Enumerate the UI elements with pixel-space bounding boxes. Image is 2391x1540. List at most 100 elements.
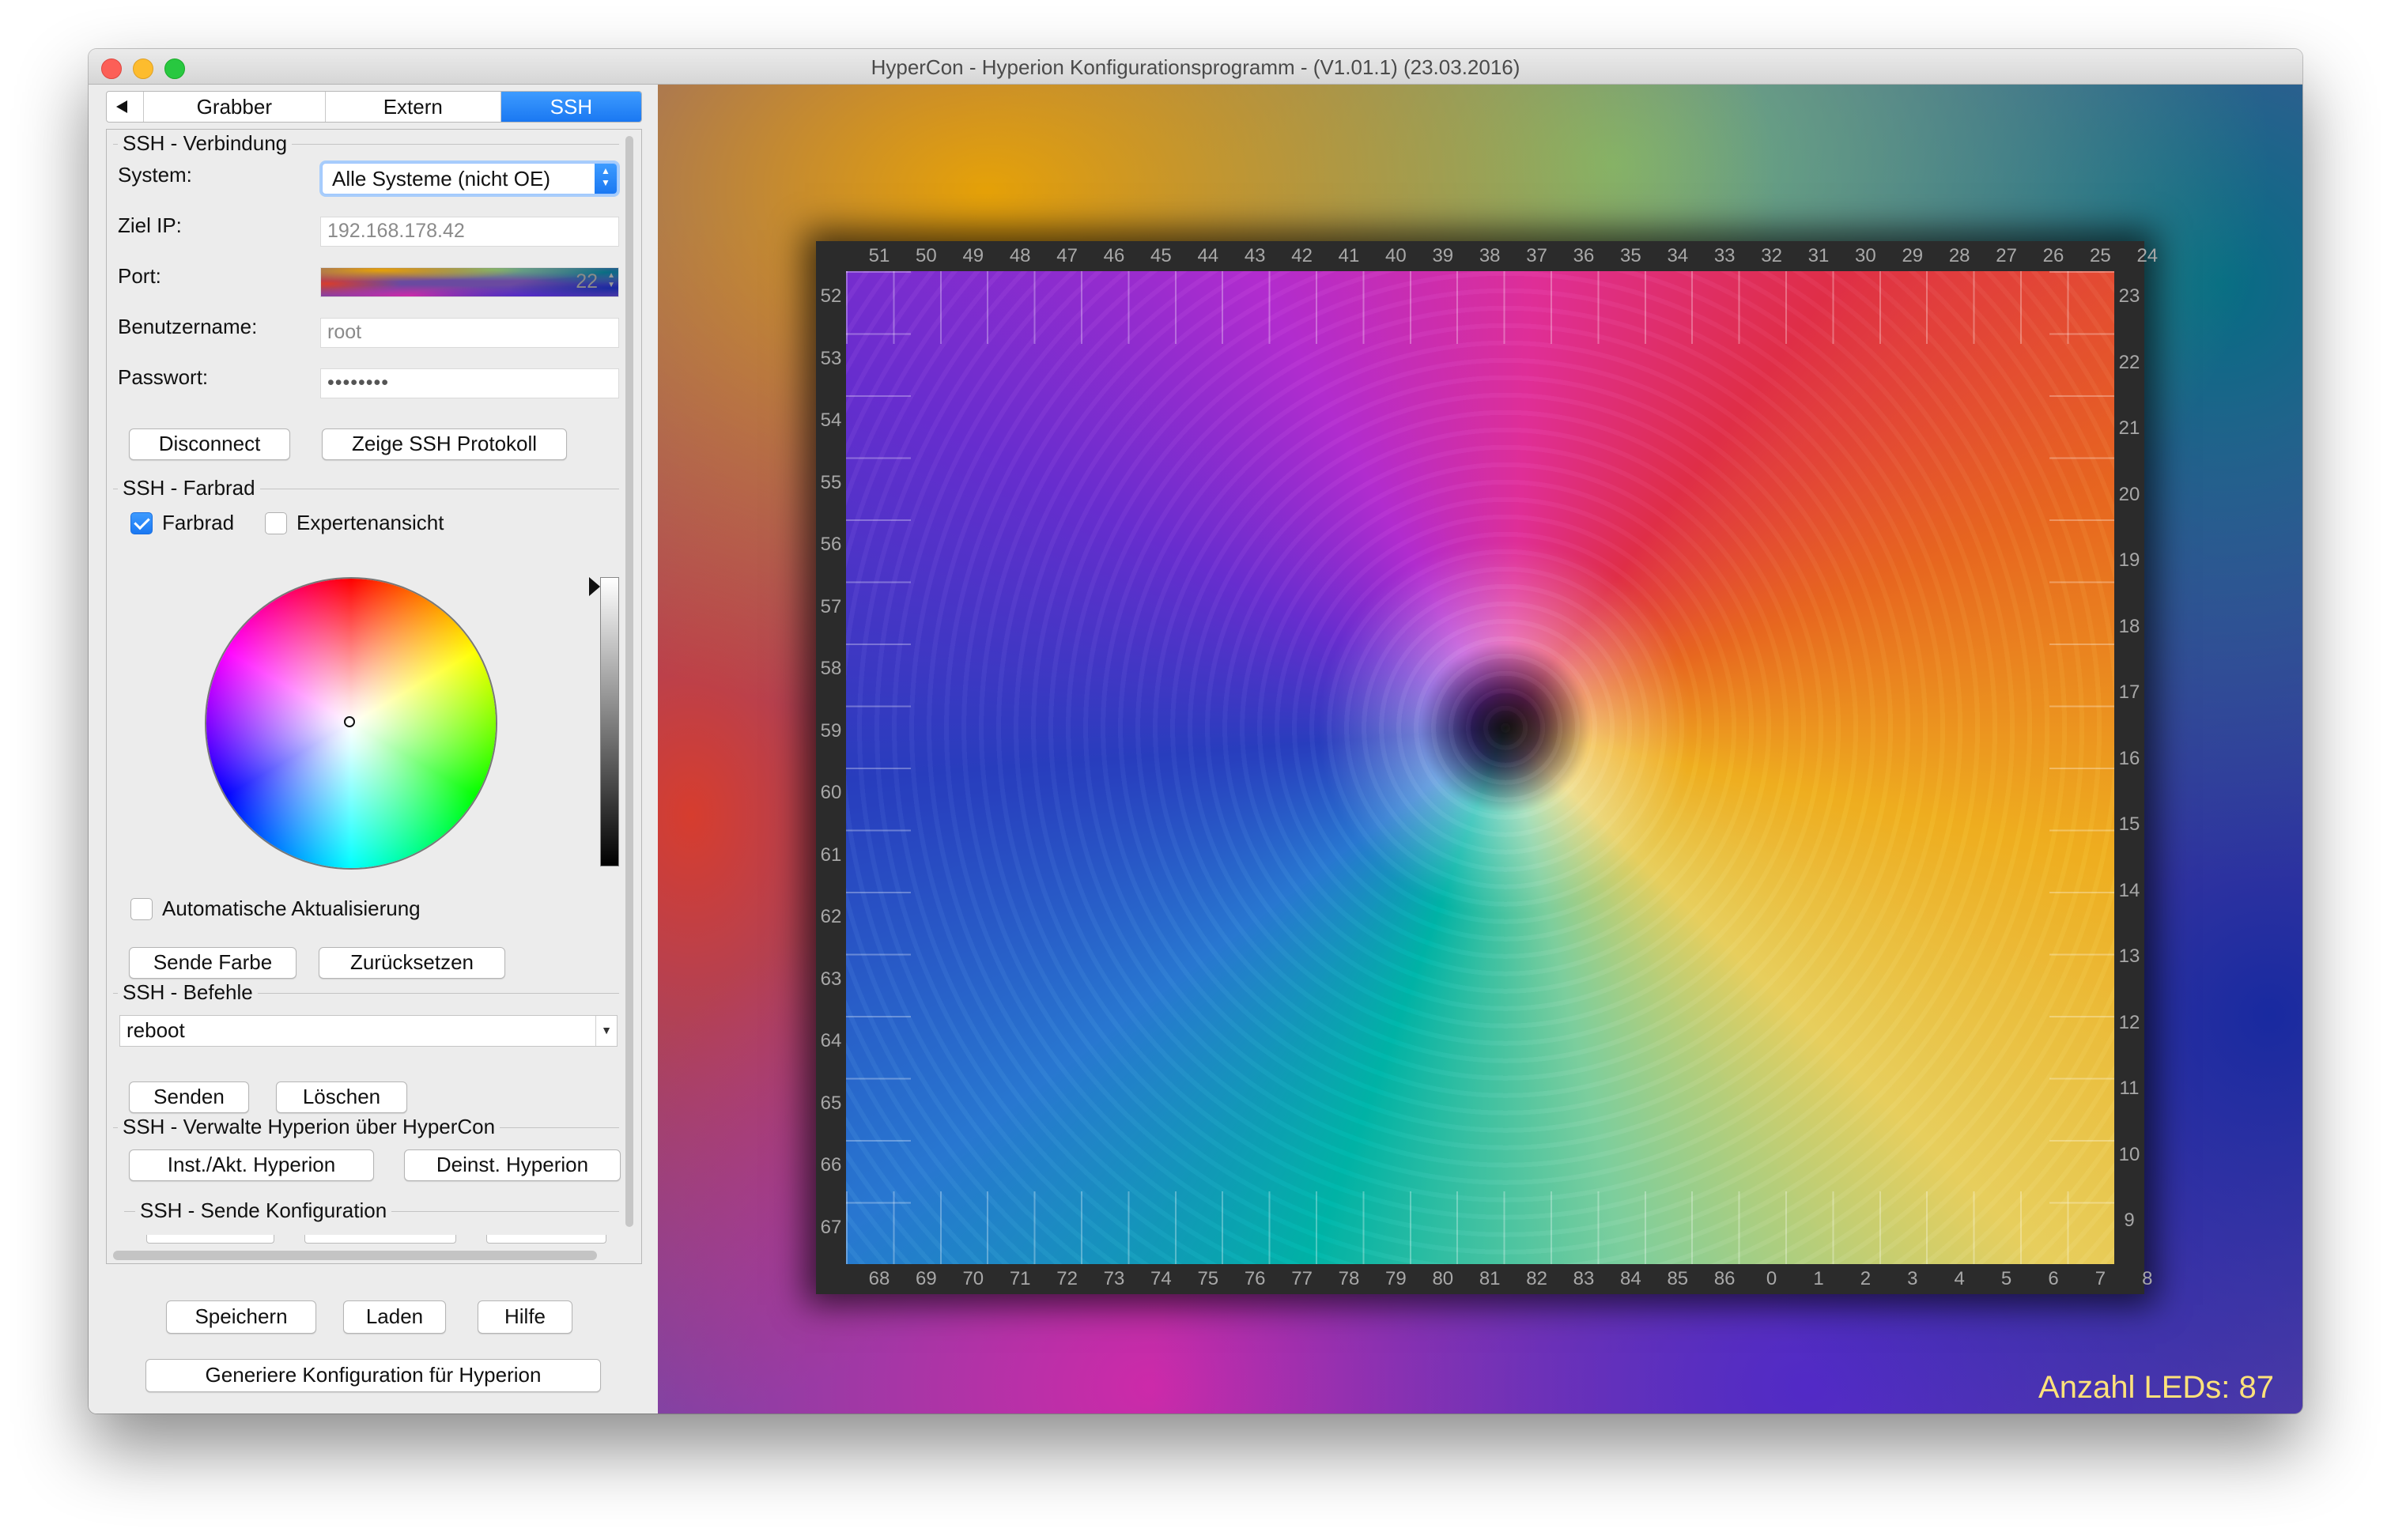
led-number-top: 42 — [1291, 245, 1313, 266]
delete-command-button[interactable]: Löschen — [276, 1081, 407, 1113]
led-number-left: 64 — [820, 1030, 842, 1051]
led-number-top: 49 — [962, 245, 984, 266]
partial-button[interactable] — [304, 1235, 456, 1244]
led-number-bottom: 78 — [1338, 1268, 1360, 1289]
led-number-right: 15 — [2118, 813, 2140, 835]
tab-ssh[interactable]: SSH — [500, 92, 641, 122]
system-label: System: — [118, 163, 192, 187]
vertical-scrollbar-thumb[interactable] — [625, 136, 633, 1227]
led-number-left: 57 — [820, 595, 842, 617]
led-number-bottom: 73 — [1103, 1268, 1125, 1289]
led-number-top: 33 — [1713, 245, 1736, 266]
title-bar: HyperCon - Hyperion Konfigurationsprogra… — [89, 49, 2302, 85]
led-number-right: 19 — [2118, 549, 2140, 571]
led-number-bottom: 84 — [1620, 1268, 1641, 1289]
led-number-top: 25 — [2090, 245, 2111, 266]
port-stepper[interactable]: 22 ▲ ▼ — [320, 267, 619, 297]
led-number-bottom: 6 — [2048, 1268, 2059, 1289]
tab-scroll-left-button[interactable] — [107, 92, 144, 122]
load-button[interactable]: Laden — [343, 1300, 446, 1334]
dropdown-arrow-icon[interactable]: ▼ — [595, 1016, 617, 1046]
preview-texture — [846, 271, 2114, 1264]
horizontal-scrollbar-thumb[interactable] — [113, 1251, 597, 1260]
expert-view-checkbox[interactable] — [265, 512, 287, 534]
group-title-commands: SSH - Befehle — [118, 980, 258, 1005]
group-title-send-config: SSH - Sende Konfiguration — [135, 1198, 392, 1223]
led-number-bottom: 70 — [962, 1268, 984, 1289]
led-number-top: 44 — [1197, 245, 1219, 266]
led-number-top: 50 — [916, 245, 937, 266]
led-number-bottom: 3 — [1907, 1268, 1918, 1289]
led-preview-panel: 51 50 49 48 47 46 45 44 43 42 41 40 39 38 37 36 35 34 33 32… — [658, 85, 2302, 1414]
port-label: Port: — [118, 264, 161, 288]
led-number-top: 24 — [2136, 245, 2159, 266]
group-title-connection: SSH - Verbindung — [118, 131, 293, 156]
led-number-bottom: 8 — [2142, 1268, 2153, 1289]
farbrad-checkbox[interactable] — [130, 512, 153, 534]
password-label: Passwort: — [118, 365, 209, 389]
led-number-bottom: 68 — [868, 1268, 890, 1289]
led-number-right: 23 — [2118, 285, 2140, 307]
led-number-top: 31 — [1807, 245, 1830, 266]
username-field[interactable]: root — [320, 318, 619, 348]
expert-view-label: Expertenansicht — [297, 511, 444, 534]
help-button[interactable]: Hilfe — [478, 1300, 572, 1334]
window-title: HyperCon - Hyperion Konfigurationsprogra… — [871, 55, 1520, 79]
install-hyperion-button[interactable]: Inst./Akt. Hyperion — [129, 1149, 374, 1181]
led-number-bottom: 86 — [1713, 1268, 1736, 1289]
led-number-right: 17 — [2118, 681, 2140, 703]
led-number-bottom: 75 — [1197, 1268, 1219, 1289]
spinner-arrows-icon[interactable]: ▲ ▼ — [607, 271, 615, 293]
led-number-bottom: 0 — [1766, 1268, 1777, 1289]
send-command-button[interactable]: Senden — [129, 1081, 249, 1113]
led-number-top: 45 — [1150, 245, 1172, 266]
command-combobox[interactable]: reboot ▼ — [119, 1015, 618, 1047]
send-color-button[interactable]: Sende Farbe — [129, 947, 297, 979]
partial-button[interactable] — [146, 1235, 274, 1244]
triangle-left-icon — [116, 100, 127, 113]
show-ssh-log-button[interactable]: Zeige SSH Protokoll — [322, 428, 567, 460]
led-number-left: 63 — [820, 968, 842, 990]
uninstall-hyperion-button[interactable]: Deinst. Hyperion — [404, 1149, 621, 1181]
save-button[interactable]: Speichern — [166, 1300, 316, 1334]
tab-grabber[interactable]: Grabber — [144, 92, 326, 122]
ip-field[interactable]: 192.168.178.42 — [320, 217, 619, 247]
led-number-top: 41 — [1338, 245, 1360, 266]
led-number-right: 9 — [2124, 1210, 2135, 1231]
led-number-bottom: 69 — [916, 1268, 937, 1289]
led-number-bottom: 82 — [1526, 1268, 1547, 1289]
led-number-top: 46 — [1103, 245, 1125, 266]
tab-extern[interactable]: Extern — [326, 92, 501, 122]
system-select[interactable]: Alle Systeme (nicht OE) ▲ ▼ — [322, 163, 618, 194]
led-number-bottom: 79 — [1385, 1268, 1407, 1289]
led-number-top: 38 — [1479, 245, 1501, 266]
led-number-right: 14 — [2118, 879, 2140, 901]
led-number-right: 10 — [2118, 1143, 2140, 1165]
color-wheel[interactable] — [206, 579, 496, 868]
led-number-right: 13 — [2118, 946, 2140, 967]
generate-config-button[interactable]: Generiere Konfiguration für Hyperion — [145, 1359, 601, 1392]
led-number-bottom: 85 — [1667, 1268, 1689, 1289]
command-value: reboot — [127, 1018, 185, 1042]
reset-button[interactable]: Zurücksetzen — [319, 947, 505, 979]
settings-panel: Grabber Extern SSH SSH - Verbindung Syst… — [89, 85, 656, 1414]
led-number-left: 53 — [820, 347, 842, 369]
led-number-right: 20 — [2118, 483, 2140, 505]
group-title-manage: SSH - Verwalte Hyperion über HyperCon — [118, 1115, 500, 1139]
led-number-bottom: 81 — [1479, 1268, 1501, 1289]
farbrad-label: Farbrad — [162, 511, 235, 534]
partial-button[interactable] — [486, 1235, 606, 1244]
led-number-right: 22 — [2118, 351, 2140, 373]
led-number-bottom: 72 — [1056, 1268, 1078, 1289]
brightness-slider[interactable] — [600, 577, 619, 866]
password-field[interactable]: •••••••• — [320, 368, 619, 398]
led-number-top: 43 — [1244, 245, 1266, 266]
color-wheel-cursor[interactable] — [344, 716, 355, 727]
auto-update-checkbox[interactable] — [130, 898, 153, 920]
led-number-right: 16 — [2118, 747, 2140, 769]
led-number-right: 21 — [2118, 417, 2140, 439]
disconnect-button[interactable]: Disconnect — [129, 428, 290, 460]
led-number-top: 27 — [1996, 245, 2017, 266]
brightness-marker-icon[interactable] — [589, 577, 600, 596]
led-number-top: 34 — [1667, 245, 1689, 266]
